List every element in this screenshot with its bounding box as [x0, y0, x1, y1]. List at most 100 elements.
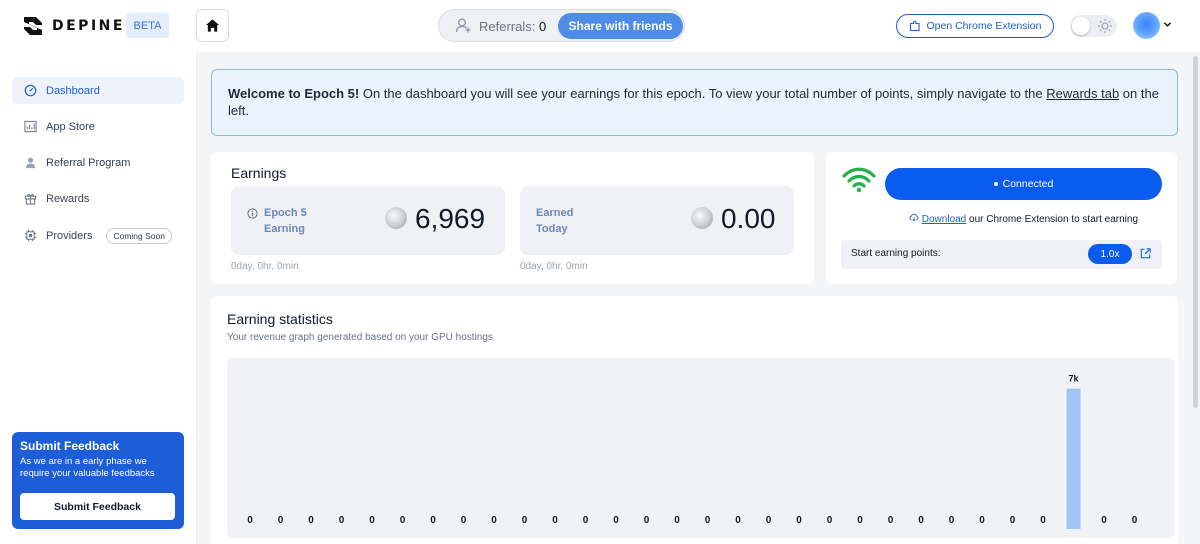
- earned-today-label: Earned Today: [536, 207, 574, 235]
- multiplier-badge: 1.0x: [1088, 244, 1132, 264]
- welcome-text: On the dashboard you will see your earni…: [359, 86, 1047, 101]
- bar-value-label: 0: [1132, 515, 1138, 526]
- feedback-title: Submit Feedback: [20, 439, 120, 453]
- bar-value-label: 0: [674, 515, 680, 526]
- bar-value-label: 0: [918, 515, 924, 526]
- share-with-friends-button[interactable]: Share with friends: [558, 13, 683, 39]
- earning-statistics-card: Earning statistics Your revenue graph ge…: [211, 296, 1178, 544]
- sidebar-item-app-store[interactable]: App Store: [12, 113, 184, 140]
- earned-today-box: Earned Today 0.00: [520, 186, 794, 255]
- chrome-extension-label: Open Chrome Extension: [926, 20, 1042, 32]
- coming-soon-badge: Coming Soon: [106, 227, 172, 244]
- welcome-title: Welcome to Epoch 5!: [228, 86, 360, 101]
- wifi-icon: [842, 167, 876, 193]
- feedback-card: Submit Feedback As we are in a early pha…: [12, 432, 184, 529]
- bar-value-label: 0: [827, 515, 833, 526]
- bar-value-label: 0: [735, 515, 741, 526]
- bar-value-label: 0: [766, 515, 772, 526]
- chart-icon: [24, 120, 37, 133]
- statistics-subtitle: Your revenue graph generated based on yo…: [227, 332, 493, 343]
- sidebar-item-label: Providers: [46, 229, 93, 242]
- cloud-download-icon: [909, 213, 919, 222]
- revenue-chart: 0 0 0 0 0 0 0 0 0 0 0 0 0 0 0 0 0 0 0 0 0 0 0 0 0 0 0 7k 0 0: [227, 358, 1174, 538]
- cpu-icon: [24, 229, 37, 242]
- bar-value-label: 0: [552, 515, 558, 526]
- sidebar-item-label: Rewards: [46, 192, 90, 205]
- bar-value-label: 0: [857, 515, 863, 526]
- sidebar: Dashboard App Store Referral Program Rew…: [0, 52, 197, 544]
- sidebar-item-label: Referral Program: [46, 156, 131, 169]
- bar-value-label: 0: [430, 515, 436, 526]
- earned-today-time: 0day, 0hr, 0min: [520, 261, 588, 272]
- bar-value-label: 0: [949, 515, 955, 526]
- gift-icon: [24, 192, 37, 205]
- bar-value-label: 0: [369, 515, 375, 526]
- welcome-banner: Welcome to Epoch 5! On the dashboard you…: [211, 69, 1178, 136]
- bar-value-label: 0: [1010, 515, 1016, 526]
- toggle-knob: [1072, 17, 1090, 35]
- bar-value-label: 0: [1040, 515, 1046, 526]
- bar-value-label: 0: [583, 515, 589, 526]
- epoch-earning-label: Epoch 5 Earning: [247, 205, 307, 237]
- brand-logo[interactable]: DEPINED: [22, 15, 139, 37]
- feedback-text: As we are in a early phase we require yo…: [20, 456, 155, 479]
- submit-feedback-button[interactable]: Submit Feedback: [20, 493, 175, 520]
- epoch-earning-time: 0day, 0hr, 0min: [231, 261, 299, 272]
- chevron-down-icon[interactable]: [1163, 20, 1172, 29]
- user-avatar[interactable]: [1133, 12, 1160, 39]
- bar-value-label: 0: [308, 515, 314, 526]
- bar-value-label: 0: [278, 515, 284, 526]
- bar-value-label: 0: [979, 515, 985, 526]
- epoch-earning-box: Epoch 5 Earning 6,969: [231, 186, 505, 255]
- top-header: DEPINED BETA Referrals: 0 Share with fri…: [0, 0, 1200, 52]
- connected-status-button[interactable]: Connected: [885, 168, 1162, 200]
- add-person-icon: [455, 18, 471, 33]
- chart-bar[interactable]: [1066, 388, 1081, 529]
- home-button[interactable]: [196, 9, 229, 42]
- referrals-pill: Referrals: 0 Share with friends: [438, 9, 685, 42]
- earning-points-row: Start earning points: 1.0x: [841, 240, 1162, 269]
- bar-value-label: 0: [247, 515, 253, 526]
- connection-card: Connected Download our Chrome Extension …: [826, 152, 1177, 284]
- rewards-tab-link[interactable]: Rewards tab: [1046, 86, 1119, 101]
- sidebar-item-dashboard[interactable]: Dashboard: [12, 77, 184, 104]
- bar-value-label: 0: [888, 515, 894, 526]
- extension-icon: [909, 20, 920, 32]
- referrals-count: 0: [538, 19, 547, 34]
- points-label: Start earning points:: [851, 248, 941, 259]
- dashboard-icon: [24, 84, 37, 97]
- bar-value-label: 0: [522, 515, 528, 526]
- info-icon[interactable]: [247, 208, 258, 219]
- open-chrome-extension-button[interactable]: Open Chrome Extension: [896, 14, 1054, 38]
- beta-badge: BETA: [126, 13, 169, 38]
- sidebar-item-referral-program[interactable]: Referral Program: [12, 149, 184, 176]
- page-scrollbar[interactable]: [1193, 56, 1198, 408]
- earnings-title: Earnings: [231, 165, 287, 181]
- bar-value-label: 0: [461, 515, 467, 526]
- bar-value-label: 0: [339, 515, 345, 526]
- bar-value-label: 0: [491, 515, 497, 526]
- revenue-chart-svg: 0 0 0 0 0 0 0 0 0 0 0 0 0 0 0 0 0 0 0 0 0 0 0 0 0 0 0 7k 0 0: [247, 374, 1138, 529]
- sidebar-item-label: Dashboard: [46, 84, 100, 97]
- logo-icon: [24, 17, 42, 35]
- epoch-earning-value: 6,969: [415, 203, 486, 234]
- status-dot: [993, 182, 998, 186]
- bar-value-label: 0: [705, 515, 711, 526]
- coin-icon: [385, 207, 407, 229]
- bar-value-label: 0: [644, 515, 650, 526]
- home-icon: [205, 19, 220, 32]
- coin-icon: [691, 207, 713, 229]
- sidebar-item-providers[interactable]: Providers Coming Soon: [12, 222, 184, 249]
- bar-value-label: 0: [613, 515, 619, 526]
- external-link-icon[interactable]: [1139, 247, 1152, 260]
- sidebar-item-rewards[interactable]: Rewards: [12, 185, 184, 212]
- bar-value-label: 0: [1101, 515, 1107, 526]
- bar-value-label: 0: [796, 515, 802, 526]
- theme-toggle[interactable]: [1070, 15, 1117, 37]
- download-extension-text: Download our Chrome Extension to start e…: [886, 213, 1161, 225]
- person-icon: [24, 156, 37, 169]
- earned-today-value: 0.00: [721, 203, 776, 234]
- download-link[interactable]: Download: [922, 214, 966, 225]
- earnings-card: Earnings Epoch 5 Earning 6,969 0day, 0hr,…: [211, 152, 814, 284]
- bar-value-label: 0: [400, 515, 406, 526]
